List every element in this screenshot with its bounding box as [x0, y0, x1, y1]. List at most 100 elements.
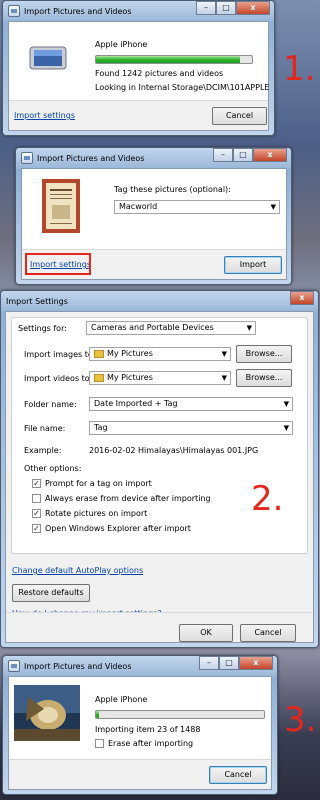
window-title: Import Pictures and Videos	[24, 6, 132, 16]
import-settings-window: Import Settings x Settings for: Cameras …	[0, 290, 319, 648]
importing-status-text: Importing item 23 of 1488	[95, 725, 201, 734]
example-value: 2016-02-02 Himalayas\Himalayas 001.JPG	[89, 446, 259, 455]
example-label: Example:	[24, 446, 62, 455]
option-rotate[interactable]: ✓ Rotate pictures on import	[32, 509, 147, 518]
chevron-down-icon: ▼	[221, 350, 227, 358]
window-controls: – □ x	[196, 1, 270, 15]
maximize-icon[interactable]: □	[233, 148, 253, 162]
window-title: Import Pictures and Videos	[37, 153, 145, 163]
chevron-down-icon: ▼	[246, 324, 252, 332]
photo-thumbnail	[14, 685, 80, 741]
folder-name-value: Date Imported + Tag	[94, 399, 178, 408]
window-title: Import Settings	[6, 296, 68, 306]
folder-icon	[94, 373, 104, 382]
import-images-label: Import images to:	[24, 350, 96, 359]
import-window-step1: Import Pictures and Videos – □ x Apple i…	[2, 0, 275, 136]
looking-path-text: Looking in Internal Storage\DCIM\101APPL…	[95, 83, 270, 92]
option-always-erase[interactable]: Always erase from device after importing	[32, 494, 211, 503]
ok-button[interactable]: OK	[179, 624, 233, 642]
checkbox[interactable]: ✓	[32, 509, 41, 518]
import-images-value: My Pictures	[107, 349, 153, 358]
restore-defaults-button[interactable]: Restore defaults	[12, 584, 90, 602]
found-count-text: Found 1242 pictures and videos	[95, 69, 224, 78]
minimize-icon[interactable]: –	[213, 148, 233, 162]
step-number-2: 2.	[251, 479, 284, 519]
browse-images-button[interactable]: Browse...	[236, 345, 292, 363]
window-title: Import Pictures and Videos	[24, 661, 132, 671]
tag-label: Tag these pictures (optional):	[114, 185, 231, 194]
import-videos-select[interactable]: My Pictures ▼	[89, 371, 231, 385]
step-number-1: 1.	[283, 49, 316, 89]
window-controls: – □ x	[199, 656, 273, 670]
option-label: Prompt for a tag on import	[45, 479, 152, 488]
step-number-3: 3.	[284, 700, 317, 740]
erase-label: Erase after importing	[108, 739, 194, 748]
close-icon[interactable]: x	[239, 656, 273, 670]
settings-for-select[interactable]: Cameras and Portable Devices ▼	[86, 321, 256, 335]
scan-progress-fill	[96, 56, 240, 63]
autoplay-link[interactable]: Change default AutoPlay options	[12, 566, 143, 575]
highlight-box	[25, 253, 91, 275]
close-icon[interactable]: x	[236, 1, 270, 15]
file-name-value: Tag	[94, 423, 108, 432]
tag-value: Macworld	[119, 202, 158, 211]
minimize-icon[interactable]: –	[199, 656, 219, 670]
other-options-label: Other options:	[24, 464, 82, 473]
checkbox[interactable]	[32, 494, 41, 503]
maximize-icon[interactable]: □	[216, 1, 236, 15]
checkbox[interactable]: ✓	[32, 524, 41, 533]
client-area: Apple iPhone Importing item 23 of 1488 E…	[8, 676, 272, 790]
import-progress-bar	[95, 710, 265, 719]
cancel-button[interactable]: Cancel	[209, 766, 267, 784]
cancel-button[interactable]: Cancel	[212, 107, 267, 125]
minimize-icon[interactable]: –	[196, 1, 216, 15]
settings-for-value: Cameras and Portable Devices	[91, 323, 214, 332]
close-icon[interactable]: x	[253, 148, 287, 162]
close-icon[interactable]: x	[290, 291, 314, 305]
option-prompt-tag[interactable]: ✓ Prompt for a tag on import	[32, 479, 152, 488]
settings-for-label: Settings for:	[18, 324, 67, 333]
window-controls: x	[290, 291, 314, 305]
browse-videos-button[interactable]: Browse...	[236, 369, 292, 387]
maximize-icon[interactable]: □	[219, 656, 239, 670]
footer: Import settings Cancel	[9, 100, 268, 130]
cancel-button[interactable]: Cancel	[240, 624, 296, 642]
title-bar[interactable]: Import Settings	[1, 291, 318, 311]
client-area: Tag these pictures (optional): Macworld …	[21, 168, 287, 280]
option-label: Always erase from device after importing	[45, 494, 211, 503]
import-videos-value: My Pictures	[107, 373, 153, 382]
import-images-select[interactable]: My Pictures ▼	[89, 347, 231, 361]
option-label: Open Windows Explorer after import	[45, 524, 191, 533]
option-open-explorer[interactable]: ✓ Open Windows Explorer after import	[32, 524, 191, 533]
chevron-down-icon: ▼	[283, 424, 289, 432]
chevron-down-icon: ▼	[221, 374, 227, 382]
checkbox[interactable]: ✓	[32, 479, 41, 488]
device-name: Apple iPhone	[95, 40, 148, 49]
import-app-icon	[8, 660, 20, 672]
folder-name-select[interactable]: Date Imported + Tag ▼	[89, 397, 293, 411]
book-thumbnail	[42, 179, 80, 233]
chevron-down-icon: ▼	[283, 400, 289, 408]
folder-name-label: Folder name:	[24, 400, 77, 409]
file-name-label: File name:	[24, 424, 66, 433]
import-progress-fill	[96, 711, 100, 718]
footer: Cancel	[9, 759, 271, 789]
import-button[interactable]: Import	[224, 256, 282, 274]
erase-after-importing[interactable]: Erase after importing	[95, 739, 193, 748]
file-name-select[interactable]: Tag ▼	[89, 421, 293, 435]
import-window-step3: Import Pictures and Videos – □ x Apple i…	[2, 655, 278, 795]
import-videos-label: Import videos to:	[24, 374, 93, 383]
tag-combobox[interactable]: Macworld ▼	[114, 200, 280, 214]
import-app-icon	[21, 152, 33, 164]
phone-device-icon	[29, 46, 67, 70]
scan-progress-bar	[95, 55, 253, 64]
chevron-down-icon: ▼	[270, 203, 276, 211]
folder-icon	[94, 349, 104, 358]
device-name: Apple iPhone	[95, 695, 148, 704]
settings-body: Settings for: Cameras and Portable Devic…	[5, 311, 314, 643]
import-settings-link[interactable]: Import settings	[14, 111, 75, 120]
import-window-tag: Import Pictures and Videos – □ x Tag the…	[15, 147, 292, 285]
option-label: Rotate pictures on import	[45, 509, 148, 518]
window-controls: – □ x	[213, 148, 287, 162]
checkbox[interactable]	[95, 739, 104, 748]
